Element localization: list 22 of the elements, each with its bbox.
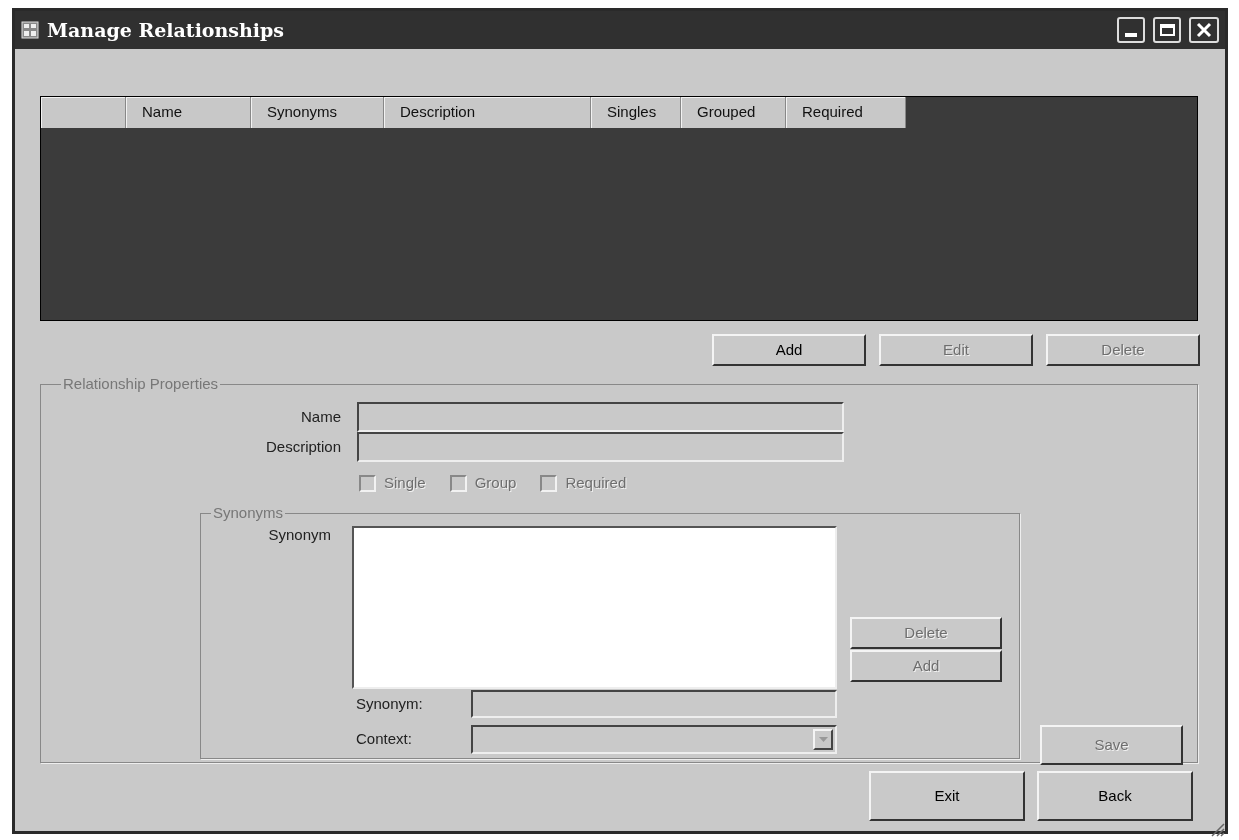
window-title: Manage Relationships <box>47 17 285 43</box>
close-button[interactable] <box>1189 17 1219 43</box>
column-header[interactable]: Description <box>384 97 591 128</box>
field-label: Name <box>300 406 341 427</box>
field-label: Description <box>264 436 341 457</box>
column-header[interactable]: Grouped <box>681 97 786 128</box>
close-icon[interactable] <box>1196 22 1212 38</box>
resize-grip-icon[interactable] <box>1209 821 1225 837</box>
field-label: Synonym <box>267 526 331 545</box>
button[interactable]: Back <box>1037 771 1193 821</box>
column-header[interactable]: Name <box>126 97 251 128</box>
column-header[interactable]: Required <box>786 97 906 128</box>
app-icon <box>21 21 39 39</box>
maximize-button[interactable] <box>1153 17 1181 43</box>
button[interactable]: Exit <box>869 771 1025 821</box>
group-title: Relationship Properties <box>61 375 221 393</box>
field-label: Context: <box>356 729 413 750</box>
minimize-button[interactable] <box>1117 17 1145 43</box>
column-header[interactable]: Singles <box>591 97 681 128</box>
column-header[interactable]: Synonyms <box>251 97 384 128</box>
button[interactable]: Add <box>712 334 866 366</box>
field-label: Synonym: <box>356 693 424 714</box>
